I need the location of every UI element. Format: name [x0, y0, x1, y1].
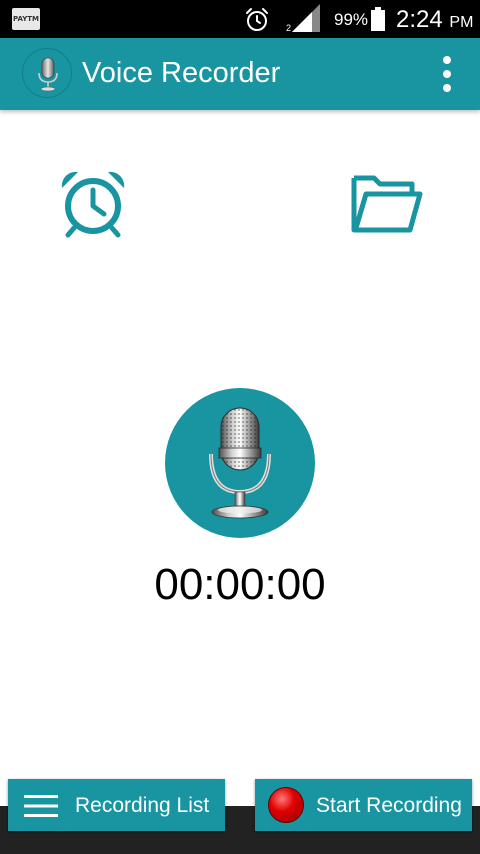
microphone-icon: [38, 57, 58, 92]
record-mic-button[interactable]: [165, 388, 315, 538]
status-bar: PAYTM 2 99% 2:24 PM: [0, 0, 480, 38]
notification-app-label: PAYTM: [12, 15, 40, 23]
start-recording-label: Start Recording: [316, 794, 462, 817]
paytm-notification-icon: PAYTM: [12, 8, 40, 30]
alarm-clock-icon[interactable]: [58, 168, 128, 238]
signal-icon: 2: [286, 4, 320, 32]
record-dot-icon: [268, 787, 304, 823]
more-vert-icon[interactable]: [436, 52, 458, 96]
microphone-icon: [209, 407, 271, 519]
recording-timer: 00:00:00: [154, 560, 326, 609]
recording-list-button[interactable]: Recording List: [8, 779, 225, 831]
app-logo: [22, 48, 72, 98]
app-bar: Voice Recorder: [0, 38, 480, 110]
app-title: Voice Recorder: [82, 57, 281, 89]
battery-icon: [371, 7, 385, 31]
start-recording-button[interactable]: Start Recording: [255, 779, 472, 831]
recording-list-label: Recording List: [75, 794, 210, 817]
status-time: 2:24 PM: [396, 6, 473, 34]
svg-text:2: 2: [286, 23, 291, 32]
time-value: 2:24: [396, 6, 443, 33]
alarm-status-icon: [246, 8, 268, 31]
time-ampm: PM: [449, 14, 474, 31]
menu-icon: [24, 795, 58, 817]
battery-percent: 99%: [334, 10, 369, 29]
folder-icon[interactable]: [350, 170, 424, 236]
